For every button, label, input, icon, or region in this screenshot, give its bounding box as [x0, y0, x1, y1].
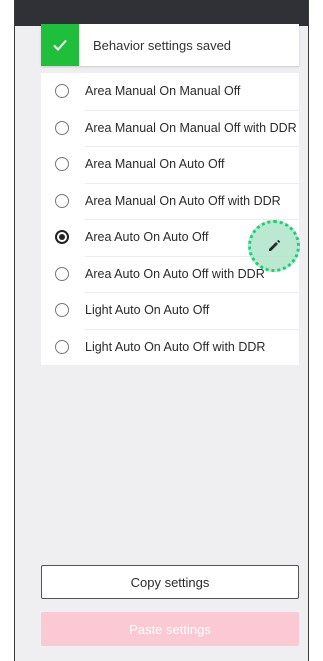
behavior-option[interactable]: Light Auto On Auto Off with DDR — [41, 328, 299, 366]
pencil-icon — [269, 239, 281, 251]
radio-button[interactable] — [55, 303, 69, 318]
radio-button[interactable] — [55, 120, 69, 135]
edit-button[interactable] — [248, 220, 300, 272]
behavior-option[interactable]: Area Manual On Manual Off with DDR — [41, 109, 299, 147]
radio-button[interactable] — [55, 193, 69, 208]
behavior-option-label: Light Auto On Auto Off with DDR — [85, 339, 266, 354]
radio-button[interactable] — [55, 157, 69, 172]
behavior-option-label: Area Manual On Auto Off — [85, 157, 225, 172]
check-icon — [53, 39, 67, 51]
radio-button-checked[interactable] — [55, 230, 69, 245]
behavior-option-list: Area Manual On Manual Off Area Manual On… — [41, 73, 299, 365]
toast-message: Behavior settings saved — [93, 37, 232, 53]
copy-settings-button[interactable]: Copy settings — [41, 565, 299, 599]
toast-check-badge — [41, 24, 79, 66]
app-frame: Behavior settings saved Area Manual On M… — [14, 0, 309, 661]
behavior-option-label: Light Auto On Auto Off — [85, 303, 210, 318]
behavior-option[interactable]: Light Auto On Auto Off — [41, 292, 299, 329]
behavior-option-label: Area Auto On Auto Off — [85, 230, 209, 245]
behavior-option[interactable]: Area Manual On Auto Off — [41, 146, 299, 183]
behavior-option-label: Area Manual On Manual Off with DDR — [85, 120, 297, 135]
radio-button[interactable] — [55, 266, 69, 281]
behavior-option[interactable]: Area Manual On Manual Off — [41, 73, 299, 110]
top-bar — [15, 0, 308, 26]
radio-button[interactable] — [55, 339, 69, 354]
behavior-option[interactable]: Area Manual On Auto Off with DDR — [41, 182, 299, 220]
behavior-option-label: Area Manual On Auto Off with DDR — [85, 193, 281, 208]
behavior-option-label: Area Manual On Manual Off — [85, 84, 241, 99]
radio-button[interactable] — [55, 84, 69, 99]
paste-settings-button[interactable]: Paste settings — [41, 612, 299, 646]
settings-saved-toast: Behavior settings saved — [41, 24, 299, 66]
behavior-option-label: Area Auto On Auto Off with DDR — [85, 266, 265, 281]
